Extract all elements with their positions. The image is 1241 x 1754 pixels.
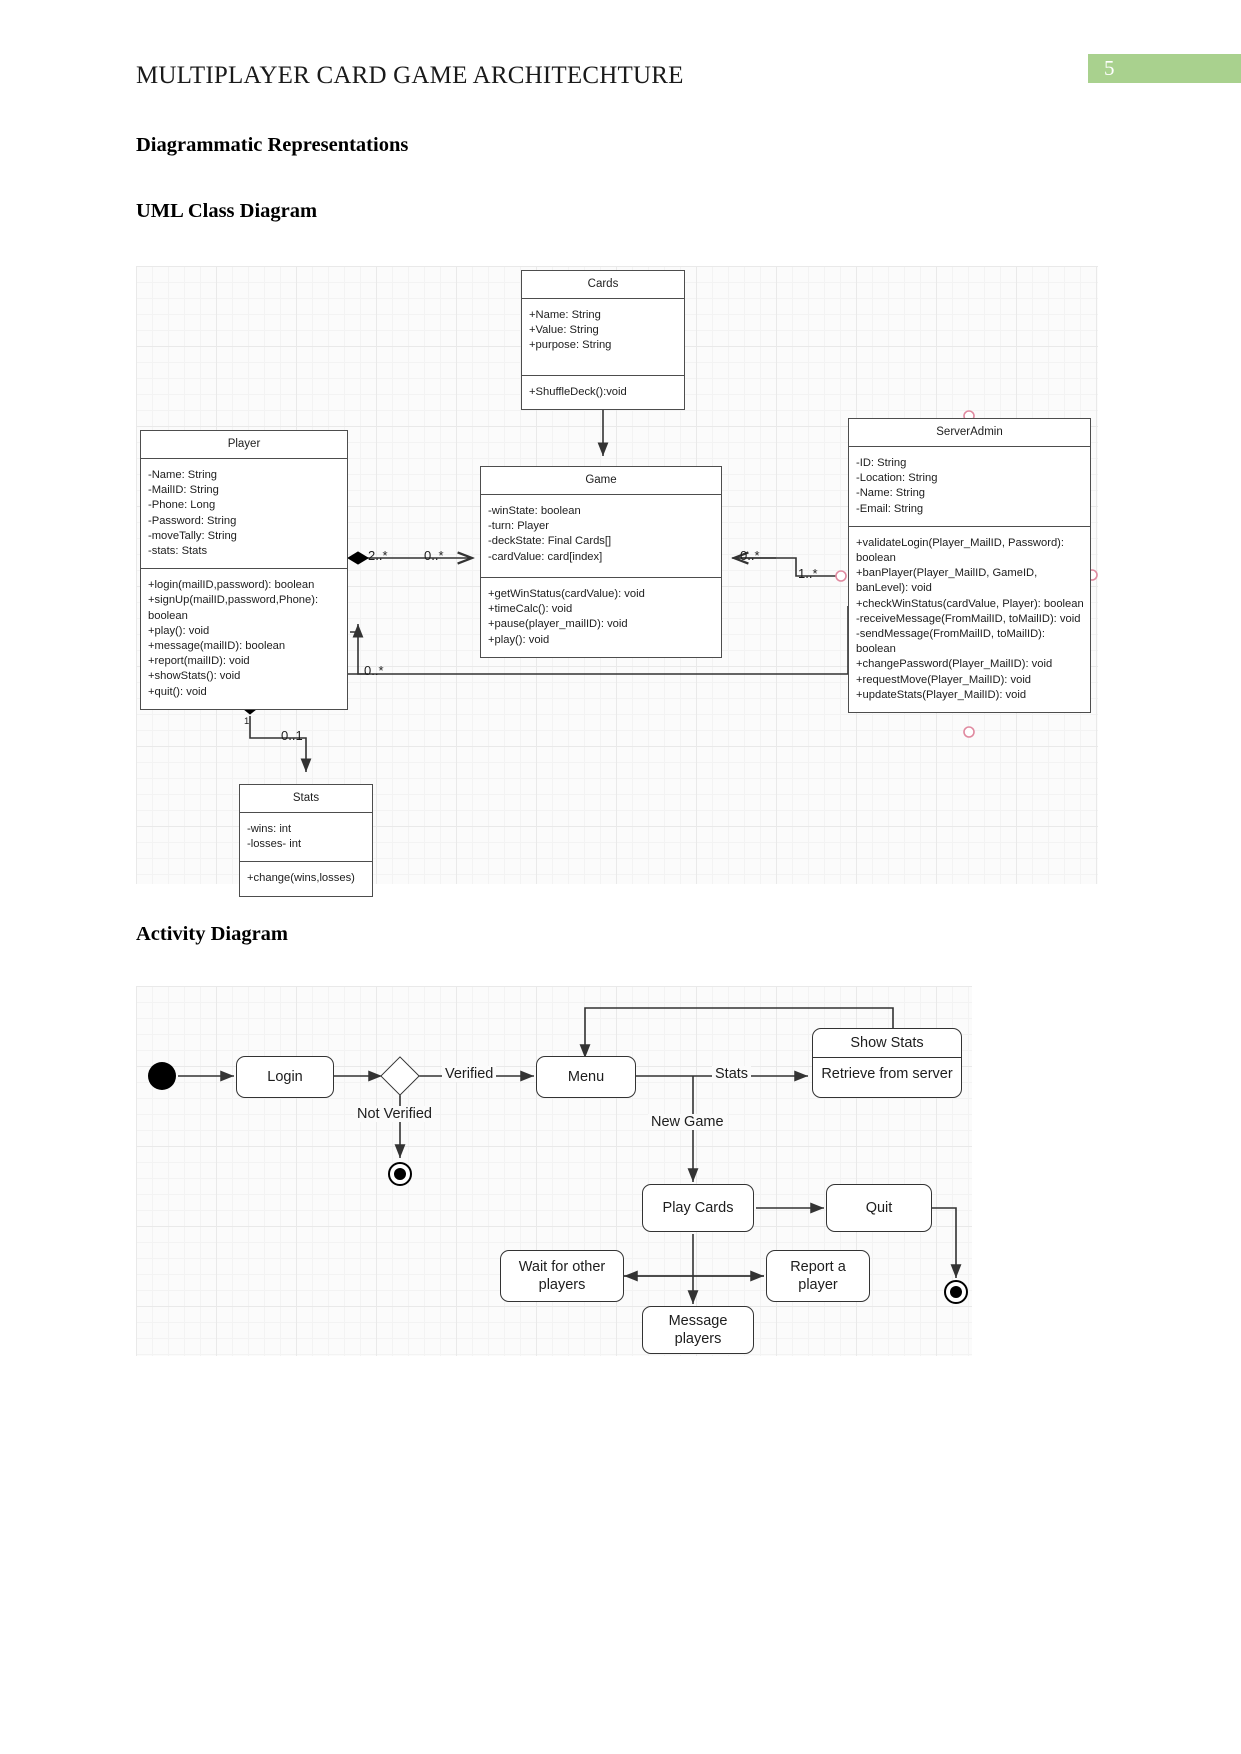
attribute: -Name: String xyxy=(148,469,218,481)
attribute: -Password: String xyxy=(148,514,237,527)
method: +message(mailID): boolean xyxy=(148,640,286,653)
attribute: +Value: String xyxy=(529,324,599,337)
multiplicity-game-server-left: 0..* xyxy=(740,548,760,563)
method: -receiveMessage(FromMailID, toMailID): v… xyxy=(856,612,1081,625)
class-name-game: Game xyxy=(481,467,721,495)
method: +timeCalc(): void xyxy=(488,603,573,616)
attribute: -Email: String xyxy=(856,502,924,515)
activity-node-wait-for-other-players[interactable]: Wait for other players xyxy=(500,1250,624,1302)
method: +changePassword(Player_MailID): void xyxy=(856,658,1053,671)
class-name-serveradmin: ServerAdmin xyxy=(849,419,1090,447)
activity-end-node-quit xyxy=(944,1280,968,1304)
activity-node-message-players[interactable]: Message players xyxy=(642,1306,754,1354)
end-node-inner-dot xyxy=(394,1168,406,1180)
attribute: -cardValue: card[index] xyxy=(488,550,603,563)
multiplicity-player-game-left: 2..* xyxy=(368,548,388,563)
multiplicity-player-server-lower: 0..* xyxy=(364,663,384,678)
uml-class-serveradmin: ServerAdmin -ID: String -Location: Strin… xyxy=(848,418,1091,714)
uml-class-game: Game -winState: boolean -turn: Player -d… xyxy=(480,466,722,658)
class-attributes-player: -Name: String -MailID: String -Phone: Lo… xyxy=(141,459,347,568)
method: +report(mailID): void xyxy=(148,655,250,668)
show-stats-title: Show Stats xyxy=(813,1029,961,1058)
attribute: -losses- int xyxy=(247,838,302,851)
method: +play(): void xyxy=(488,633,550,646)
multiplicity-player-game-right: 0..* xyxy=(424,548,444,563)
uml-class-stats: Stats -wins: int -losses- int +change(wi… xyxy=(239,784,373,897)
method: +ShuffleDeck():void xyxy=(529,386,627,398)
attribute: -turn: Player xyxy=(488,520,549,533)
attribute: -moveTally: String xyxy=(148,529,237,542)
multiplicity-game-server-right: 1..* xyxy=(798,566,818,581)
class-name-cards: Cards xyxy=(522,271,684,299)
multiplicity-player-stats-zero-one: 0..1 xyxy=(281,728,303,743)
attribute: +purpose: String xyxy=(529,339,612,352)
edge-label-new-game: New Game xyxy=(648,1114,727,1130)
edge-label-not-verified: Not Verified xyxy=(354,1106,435,1122)
activity-node-show-stats[interactable]: Show Stats Retrieve from server xyxy=(812,1028,962,1098)
method: -sendMessage(FromMailID, toMailID): bool… xyxy=(856,628,1045,656)
attribute: -winState: boolean xyxy=(488,505,581,517)
heading-diagrammatic-representations: Diagrammatic Representations xyxy=(136,134,409,156)
document-title: MULTIPLAYER CARD GAME ARCHITECHTURE xyxy=(136,62,684,89)
class-attributes-game: -winState: boolean -turn: Player -deckSt… xyxy=(481,495,721,577)
class-attributes-stats: -wins: int -losses- int xyxy=(240,813,372,861)
class-attributes-serveradmin: -ID: String -Location: String -Name: Str… xyxy=(849,447,1090,526)
method: +getWinStatus(cardValue): void xyxy=(488,588,645,600)
method: +updateStats(Player_MailID): void xyxy=(856,688,1027,701)
activity-start-node xyxy=(148,1062,176,1090)
multiplicity-player-stats-one: 1 xyxy=(244,716,250,727)
method: +banPlayer(Player_MailID, GameID, banLev… xyxy=(856,567,1038,595)
class-name-stats: Stats xyxy=(240,785,372,813)
method: +validateLogin(Player_MailID, Password):… xyxy=(856,536,1064,565)
heading-uml-class-diagram: UML Class Diagram xyxy=(136,200,318,222)
heading-activity-diagram: Activity Diagram xyxy=(136,923,288,945)
method: +checkWinStatus(cardValue, Player): bool… xyxy=(856,597,1084,610)
activity-node-menu[interactable]: Menu xyxy=(536,1056,636,1098)
attribute: -Location: String xyxy=(856,472,938,485)
method: +quit(): void xyxy=(148,685,207,698)
page-header: MULTIPLAYER CARD GAME ARCHITECHTURE 5 xyxy=(0,0,1241,110)
page-number: 5 xyxy=(1104,56,1115,80)
activity-node-quit[interactable]: Quit xyxy=(826,1184,932,1232)
class-attributes-cards: +Name: String +Value: String +purpose: S… xyxy=(522,299,684,375)
uml-class-cards: Cards +Name: String +Value: String +purp… xyxy=(521,270,685,411)
activity-node-play-cards[interactable]: Play Cards xyxy=(642,1184,754,1232)
activity-node-report-a-player[interactable]: Report a player xyxy=(766,1250,870,1302)
show-stats-body: Retrieve from server xyxy=(821,1066,953,1082)
attribute: +Name: String xyxy=(529,309,601,321)
method: +change(wins,losses) xyxy=(247,872,355,885)
attribute: -deckState: Final Cards[] xyxy=(488,535,612,548)
end-node-inner-dot xyxy=(950,1286,962,1298)
attribute: -MailID: String xyxy=(148,484,219,497)
attribute: -ID: String xyxy=(856,457,907,469)
class-methods-player: +login(mailID,password): boolean +signUp… xyxy=(141,568,347,709)
method: +pause(player_mailID): void xyxy=(488,618,628,631)
class-methods-stats: +change(wins,losses) xyxy=(240,861,372,895)
method: +showStats(): void xyxy=(148,670,241,683)
attribute: -stats: Stats xyxy=(148,545,208,558)
attribute: -Name: String xyxy=(856,487,926,500)
edge-label-stats: Stats xyxy=(712,1066,752,1082)
activity-end-node-not-verified xyxy=(388,1162,412,1186)
class-name-player: Player xyxy=(141,431,347,459)
attribute: -wins: int xyxy=(247,823,292,835)
activity-diagram-canvas: Login Verified Not Verified Menu Stats N… xyxy=(136,986,972,1356)
uml-class-diagram-canvas: Cards +Name: String +Value: String +purp… xyxy=(136,266,1098,897)
class-methods-cards: +ShuffleDeck():void xyxy=(522,375,684,409)
method: +login(mailID,password): boolean xyxy=(148,579,315,592)
attribute: -Phone: Long xyxy=(148,499,216,512)
method: +play(): void xyxy=(148,624,210,637)
method: +requestMove(Player_MailID): void xyxy=(856,673,1032,686)
edge-label-verified: Verified xyxy=(442,1066,497,1082)
method: +signUp(mailID,password,Phone): boolean xyxy=(148,594,319,622)
class-methods-game: +getWinStatus(cardValue): void +timeCalc… xyxy=(481,577,721,657)
class-methods-serveradmin: +validateLogin(Player_MailID, Password):… xyxy=(849,525,1090,712)
activity-node-login[interactable]: Login xyxy=(236,1056,334,1098)
uml-class-player: Player -Name: String -MailID: String -Ph… xyxy=(140,430,348,710)
